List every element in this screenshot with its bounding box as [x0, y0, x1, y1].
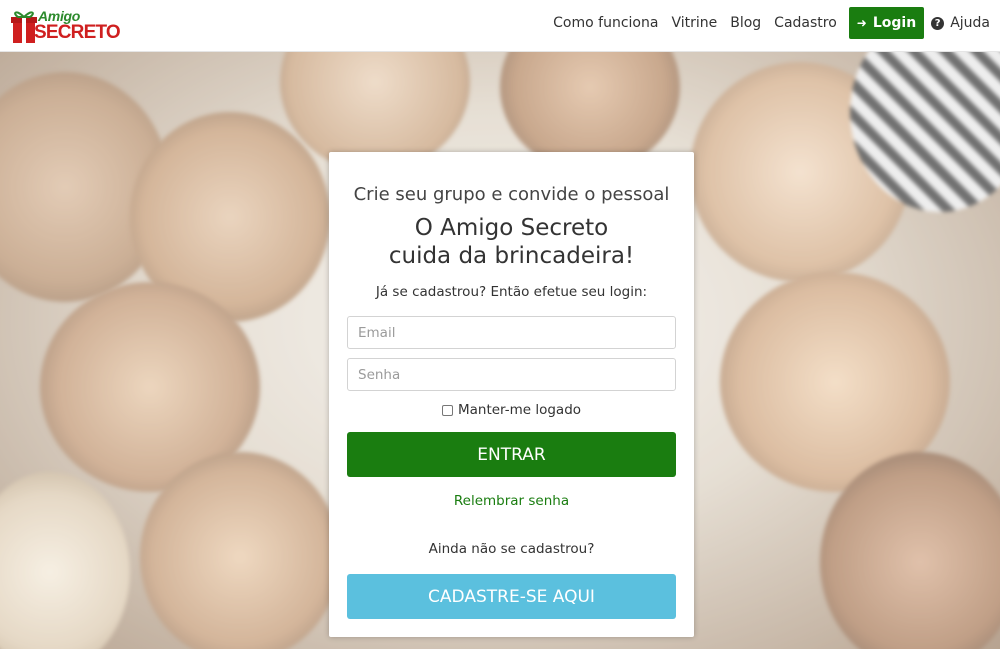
nav-link-como-funciona[interactable]: Como funciona: [553, 15, 658, 31]
nav-link-vitrine[interactable]: Vitrine: [671, 15, 717, 31]
sign-in-icon: ➜: [856, 16, 867, 30]
not-registered-text: Ainda não se cadastrou?: [428, 541, 595, 557]
register-button[interactable]: CADASTRE-SE AQUI: [347, 574, 676, 619]
login-card: Crie seu grupo e convide o pessoal O Ami…: [329, 152, 694, 637]
top-navbar: Amigo SECRETO Como funciona Vitrine Blog…: [0, 0, 1000, 52]
headline-line-1: O Amigo Secreto: [414, 215, 609, 241]
nav-help-label: Ajuda: [950, 15, 990, 31]
remember-me[interactable]: Manter-me logado: [329, 402, 694, 418]
logo-text-secreto: SECRETO: [34, 22, 121, 43]
nav-login-button[interactable]: ➜ Login: [848, 7, 925, 39]
forgot-password-link[interactable]: Relembrar senha: [329, 493, 694, 509]
nav-link-blog[interactable]: Blog: [730, 15, 761, 31]
email-field[interactable]: [347, 316, 676, 349]
nav-help-link[interactable]: ? Ajuda: [931, 15, 990, 31]
headline-line-2: cuida da brincadeira!: [388, 243, 635, 269]
remember-me-label: Manter-me logado: [457, 402, 582, 418]
card-subtitle: Crie seu grupo e convide o pessoal: [353, 184, 670, 205]
entrar-button[interactable]: ENTRAR: [347, 432, 676, 477]
login-prompt: Já se cadastrou? Então efetue seu login:: [375, 284, 648, 300]
nav-link-cadastro[interactable]: Cadastro: [774, 15, 837, 31]
amigo-secreto-logo[interactable]: Amigo SECRETO: [8, 3, 121, 47]
nav-menu: Como funciona Vitrine Blog Cadastro ➜ Lo…: [540, 0, 990, 46]
question-circle-icon: ?: [931, 16, 945, 30]
nav-login-label: Login: [872, 15, 917, 31]
password-field[interactable]: [347, 358, 676, 391]
card-headline: O Amigo Secreto cuida da brincadeira!: [329, 214, 694, 270]
remember-me-checkbox[interactable]: [441, 404, 453, 416]
